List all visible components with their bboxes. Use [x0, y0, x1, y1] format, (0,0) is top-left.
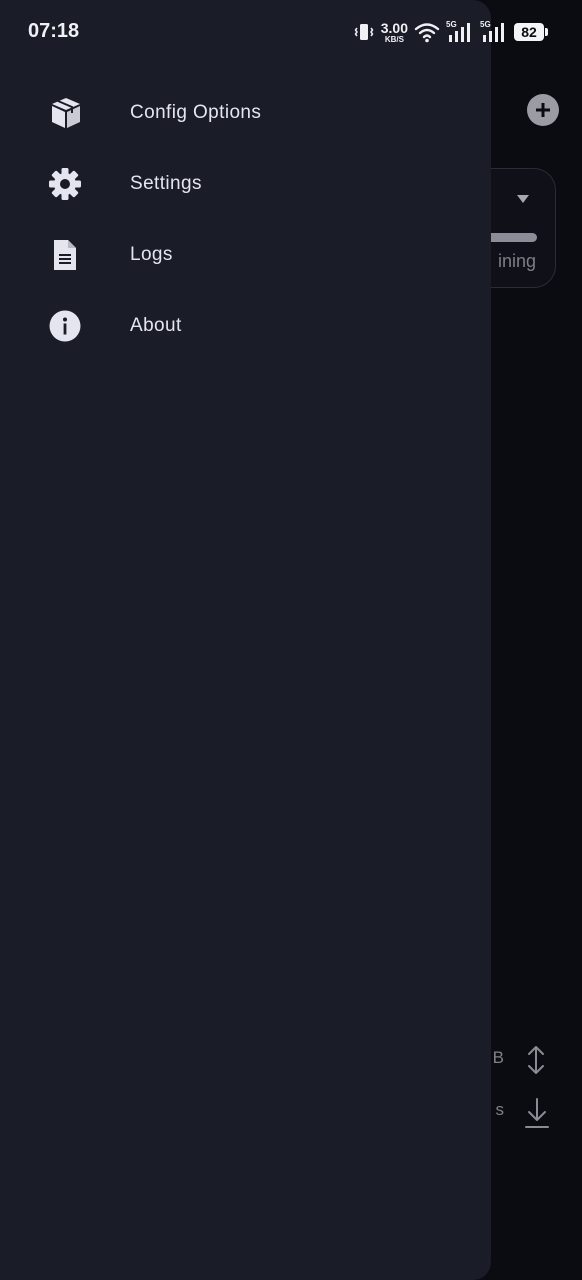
network-type-2: 5G: [480, 20, 491, 29]
dropdown-arrow-icon[interactable]: [517, 195, 529, 203]
status-icons: 3.00 KB/S 5G 5G 82: [353, 19, 548, 45]
drawer-item-settings[interactable]: Settings: [0, 152, 491, 216]
vibrate-icon: [354, 24, 374, 40]
drawer-item-label: Config Options: [130, 102, 262, 123]
add-icon: [536, 103, 550, 117]
drawer-item-label: Logs: [130, 244, 173, 265]
signal-icon: 5G: [480, 20, 508, 44]
battery-level: 82: [521, 24, 537, 40]
status-time: 07:18: [28, 20, 80, 42]
drawer-item-about[interactable]: About: [0, 294, 491, 358]
network-speed-value: 3.00: [380, 19, 408, 36]
navigation-drawer: Config Options Settings Logs About: [0, 0, 491, 1280]
drawer-item-config-options[interactable]: Config Options: [0, 81, 491, 145]
network-speed-unit: KB/S: [384, 34, 404, 44]
drawer-item-label: About: [130, 315, 182, 336]
up-down-arrows-icon: [528, 1046, 544, 1074]
signal-icon: 5G: [446, 20, 474, 44]
document-icon: [47, 237, 83, 273]
download-arrow-icon: [525, 1098, 549, 1128]
network-speed: 3.00 KB/S: [381, 21, 408, 44]
info-icon: [47, 308, 83, 344]
wifi-icon: [414, 23, 440, 43]
battery-icon: 82: [514, 23, 548, 41]
gear-icon: [47, 166, 83, 202]
network-type-1: 5G: [446, 20, 457, 29]
package-icon: [47, 95, 83, 131]
drawer-item-logs[interactable]: Logs: [0, 223, 491, 287]
drawer-item-label: Settings: [130, 173, 202, 194]
status-bar: 07:18 3.00 KB/S 5G 5G 82: [0, 0, 582, 64]
add-button[interactable]: [527, 94, 559, 126]
